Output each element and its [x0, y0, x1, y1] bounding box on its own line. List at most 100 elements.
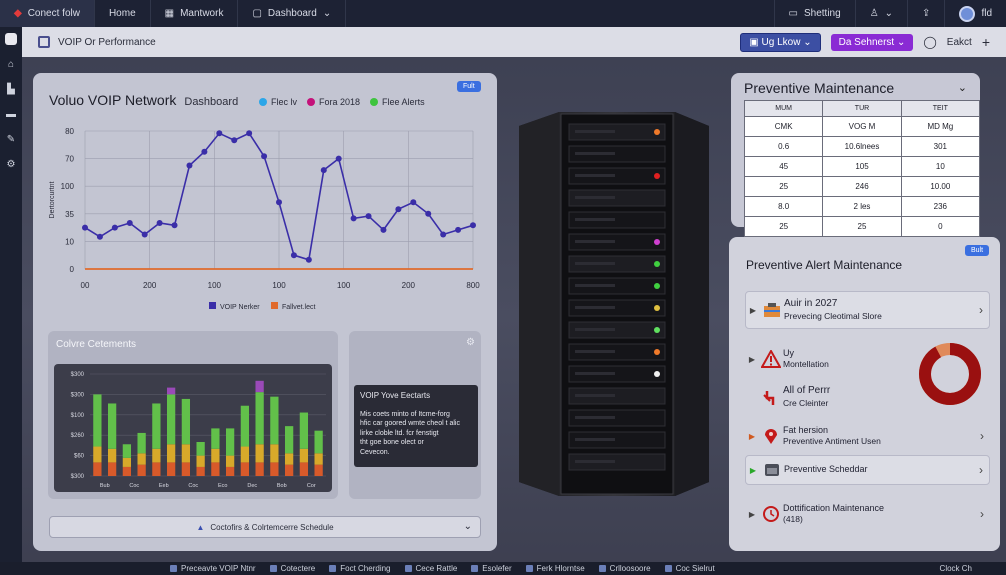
data-point [186, 162, 193, 169]
tooltip-line: hfic car goored wmte cheol t alic [360, 420, 460, 428]
taskbar-item[interactable]: Crlloosoore [598, 564, 651, 573]
data-point [410, 199, 417, 206]
column-header[interactable]: MUM [743, 100, 824, 117]
rack-led [654, 327, 660, 333]
taskbar: Preceavte VOIP Ntnr Cotectere Foct Cherd… [0, 562, 1006, 575]
chevron-right-icon[interactable]: › [973, 303, 989, 317]
rack-slot [575, 394, 615, 397]
y-tick-label: $300 [71, 474, 85, 480]
taskbar-label: Cece Rattle [415, 564, 458, 573]
server-filter-button[interactable]: Da Sehnerst ⌄ [830, 33, 914, 51]
upload-button[interactable]: ⇪ [907, 0, 944, 27]
alert-subtitle: (418) [783, 514, 803, 524]
alert-item-notification[interactable]: ▶ Dottification Maintenance (418) › [745, 495, 990, 533]
chat-icon[interactable]: ◯ [923, 35, 936, 49]
x-tick-label: 00 [81, 281, 90, 290]
data-point [365, 213, 372, 220]
rack-led [654, 283, 660, 289]
bar-segment [137, 432, 146, 454]
bar-segment [166, 387, 176, 395]
bar-segment [93, 394, 102, 447]
profile-button[interactable]: fld [944, 0, 1006, 27]
table-header-row: MUM TUR TEIT [743, 100, 981, 117]
table-row: 25 25 0 [743, 216, 981, 237]
toolbox-icon [760, 301, 784, 319]
export-button[interactable]: Eakct [947, 37, 972, 48]
voip-line-chart: 80701003510000 200 100 100 100 200 800Dertorcu… [49, 127, 480, 311]
taskbar-item[interactable]: Esolefer [471, 564, 512, 573]
alert-subtitle: Preventive Antiment Usen [783, 436, 881, 446]
expand-icon[interactable]: ▶ [745, 510, 759, 519]
add-icon[interactable]: + [982, 34, 990, 50]
settings-icon[interactable]: ⚙ [466, 337, 475, 348]
table-cell: 25 [822, 216, 902, 237]
bar-segment [107, 403, 117, 449]
taskbar-item[interactable]: Cece Rattle [404, 564, 458, 573]
data-point [231, 137, 238, 144]
avatar [959, 5, 976, 22]
x-tick-label: Eeb [159, 483, 169, 489]
alert-item-installation[interactable]: ▶ Uy Montellation [745, 340, 915, 378]
info-tooltip: VOIP Yove Eectarts Mis coets minto of It… [354, 385, 478, 467]
bult-badge[interactable]: Bult [965, 245, 990, 256]
chevron-down-icon: ⌄ [803, 36, 812, 48]
x-tick-label: 100 [208, 281, 222, 290]
bar-segment [152, 462, 161, 476]
info-subpanel: ⚙ VOIP Yove Eectarts Mis coets minto of … [349, 331, 481, 499]
y-tick-label: 80 [65, 127, 74, 136]
view-dropdown[interactable]: ▣ Ug Lkow ⌄ [740, 32, 821, 52]
profile-label: fld [981, 8, 992, 19]
data-point [141, 231, 148, 238]
taskbar-item[interactable]: Cotectere [269, 564, 316, 573]
data-point [455, 226, 462, 233]
legend-swatch [271, 302, 278, 309]
rack-led [654, 173, 660, 179]
app-icon [598, 565, 606, 572]
alert-item-audit[interactable]: ▶ Auir in 2027 Prevecing Cleotimal Slore … [745, 291, 990, 329]
y-tick-label: 100 [61, 182, 75, 191]
expand-icon[interactable]: ▶ [745, 355, 759, 364]
column-header[interactable]: TUR [822, 100, 902, 117]
chevron-right-icon[interactable]: › [974, 507, 990, 521]
bar-chart-container: $300 $300 $100 $260 $60 $300 Bub Coc Eeb Coc Eco De… [54, 364, 332, 492]
chevron-right-icon[interactable]: › [973, 463, 989, 477]
dropdown-label: Ug Lkow [761, 36, 801, 48]
taskbar-item[interactable]: Coc Sielrut [664, 564, 715, 573]
alert-subtitle: Prevecing Cleotimal Slore [784, 310, 882, 321]
taskbar-item[interactable]: Preceavte VOIP Ntnr [170, 564, 256, 573]
rack-led [654, 129, 660, 135]
maintenance-table: MUM TUR TEIT CMK VOG M MD Mg 0.6 10.6lnees 3… [743, 100, 981, 237]
rack-slot [575, 174, 615, 177]
alert-item-version[interactable]: ▶ Fat hersion Preventive Antiment Usen › [745, 417, 990, 455]
panel-title: Preventive Maintenance [744, 80, 895, 96]
bar-segment [314, 453, 323, 465]
alert-item-scheduler[interactable]: ▶ Preventive Scheddar › [745, 455, 990, 485]
taskbar-label: Cotectere [280, 564, 316, 573]
dropdown-icon: ▣ [749, 36, 759, 48]
y-tick-label: $60 [74, 454, 85, 460]
bar-segment [314, 430, 323, 454]
user-menu-button[interactable]: ♙ ⌄ [854, 0, 907, 27]
expand-icon[interactable]: ▶ [745, 432, 759, 441]
bar-segment [181, 398, 191, 445]
expand-icon[interactable]: ▶ [746, 466, 760, 475]
table-cell: 45 [743, 156, 824, 177]
taskbar-item[interactable]: Ferk Hlorntse [525, 564, 585, 573]
column-header[interactable]: TEIT [900, 100, 981, 117]
expand-icon[interactable]: ▶ [746, 306, 760, 315]
taskbar-label: Esolefer [482, 564, 512, 573]
performance-subpanel: Colvre Cetements $300 $300 $100 $260 $60 $300… [48, 331, 338, 499]
chevron-down-icon[interactable]: ⌄ [958, 81, 967, 94]
taskbar-item[interactable]: Foct Cherding [329, 564, 391, 573]
bar-segment [196, 455, 205, 467]
schedule-dropdown[interactable]: ▲ Coctofirs & Colrtemcerre Schedule ⌄ [49, 516, 481, 538]
chevron-right-icon[interactable]: › [974, 429, 990, 443]
bar-segment [152, 403, 161, 449]
alert-item-power[interactable]: All of Perrr Cre Cleinter [745, 378, 915, 416]
bar-segment [211, 448, 220, 463]
location-pin-icon [759, 427, 783, 445]
settings-button[interactable]: ▭ Shetting [773, 0, 855, 27]
rack-slot [575, 416, 615, 419]
rack-slot [575, 152, 615, 155]
table-cell: 25 [743, 216, 824, 237]
